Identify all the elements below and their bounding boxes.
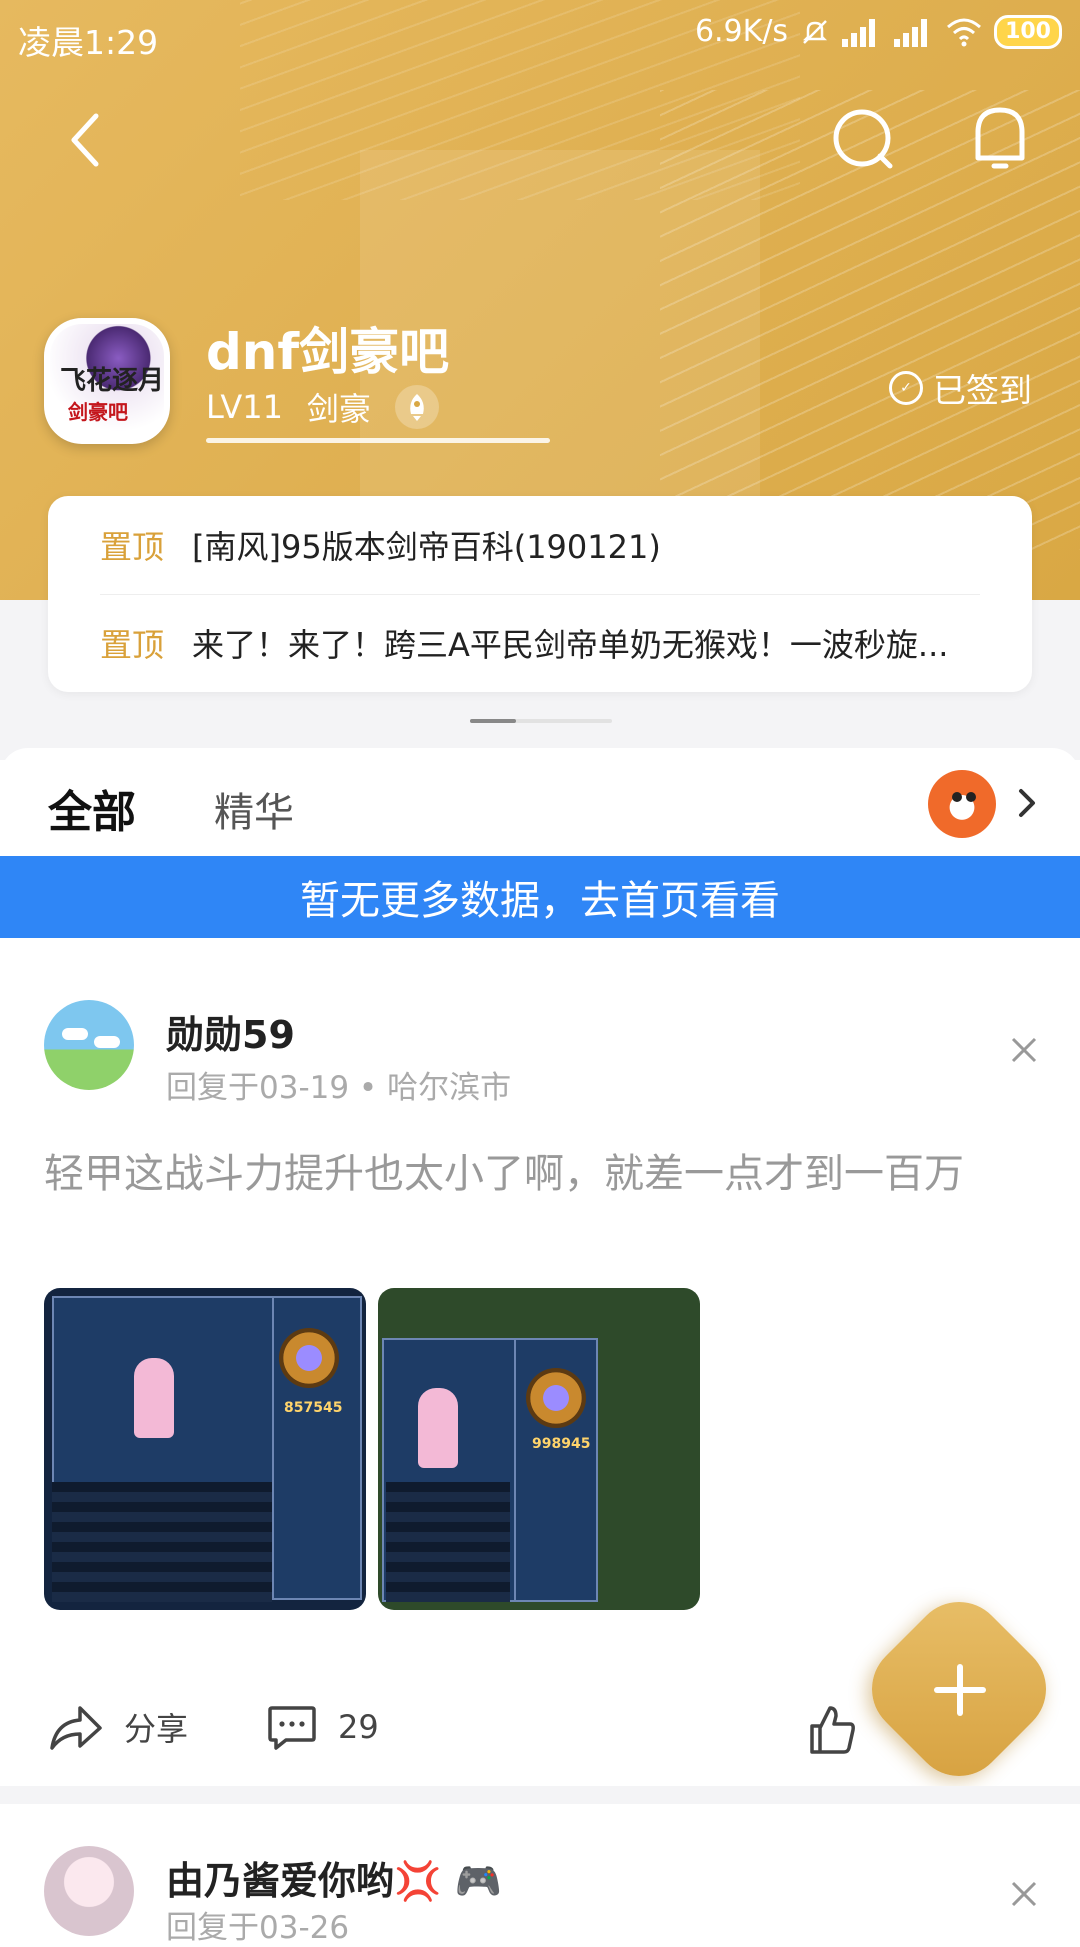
plus-icon[interactable] [930, 1660, 990, 1720]
mascot-avatar-icon[interactable] [928, 770, 996, 838]
pinned-posts-card: 置顶 [南风]95版本剑帝百科(190121) 置顶 来了！来了！跨三A平民剑帝… [48, 496, 1032, 692]
combat-score: 998945 [532, 1436, 591, 1452]
post-image[interactable]: 998945 [378, 1288, 700, 1610]
signal-icon [842, 17, 882, 47]
status-time: 凌晨1:29 [18, 23, 159, 62]
forum-logo[interactable]: 飞花逐月 剑豪吧 [44, 318, 170, 444]
sign-in-icon: ✓ [889, 371, 923, 405]
share-icon [50, 1706, 102, 1750]
close-icon[interactable] [1010, 1880, 1038, 1908]
share-label: 分享 [124, 1710, 189, 1748]
like-button[interactable] [806, 1702, 858, 1756]
status-indicators: 6.9K/s 100 [695, 14, 1062, 49]
back-icon[interactable] [56, 110, 116, 170]
signal-icon-2 [894, 17, 934, 47]
feed-tabs: 全部 精华 [0, 748, 1080, 856]
rocket-icon[interactable] [394, 385, 439, 429]
tab-all[interactable]: 全部 [48, 776, 136, 840]
network-speed: 6.9K/s [694, 14, 789, 49]
share-button[interactable]: 分享 [48, 1702, 188, 1752]
pinned-tag: 置顶 [100, 626, 165, 664]
no-more-data-banner[interactable]: 暂无更多数据，去首页看看 [0, 856, 1080, 938]
forum-name: dnf剑豪吧 [206, 323, 450, 381]
forum-level-info[interactable]: LV11 剑豪 [206, 384, 439, 430]
comment-icon [268, 1706, 316, 1750]
forum-logo-subtext: 剑豪吧 [68, 400, 128, 424]
status-bar: 凌晨1:29 6.9K/s 100 [0, 0, 1080, 74]
post-body[interactable]: 轻甲这战斗力提升也太小了啊，就差一点才到一百万 [44, 1142, 1034, 1206]
battery-indicator: 100 [994, 14, 1062, 49]
forum-logo-text: 飞花逐月 [60, 366, 165, 396]
thumbs-up-icon [810, 1706, 855, 1754]
chevron-right-icon[interactable] [1016, 786, 1038, 820]
close-icon[interactable] [1010, 1036, 1038, 1064]
signed-in-button[interactable]: ✓ 已签到 [889, 364, 1032, 412]
mute-icon [803, 19, 828, 44]
pinned-post-title: [南风]95版本剑帝百科(190121) [192, 528, 661, 566]
tab-featured[interactable]: 精华 [214, 780, 294, 838]
forum-level: LV11 [206, 388, 283, 426]
post-author[interactable]: 勋勋59 [166, 1004, 295, 1059]
pinned-pager-indicator [470, 719, 612, 723]
pinned-post[interactable]: 置顶 来了！来了！跨三A平民剑帝单奶无猴戏！一波秒旋... [100, 594, 980, 692]
post-author[interactable]: 由乃酱爱你哟💢 🎮 [166, 1850, 502, 1905]
level-progress-bar [206, 438, 550, 443]
post-separator [0, 1786, 1080, 1804]
post-meta: 回复于03-19 • 哈尔滨市 [166, 1070, 512, 1106]
search-icon[interactable] [832, 108, 896, 172]
combat-score: 857545 [284, 1400, 343, 1416]
avatar[interactable] [44, 1846, 134, 1936]
bell-icon[interactable] [968, 104, 1032, 172]
comment-button[interactable]: 29 [266, 1702, 379, 1752]
forum-level-title: 剑豪 [306, 390, 371, 428]
signed-in-label: 已签到 [933, 371, 1032, 410]
pinned-tag: 置顶 [100, 528, 165, 566]
post-image[interactable]: 857545 [44, 1288, 366, 1610]
pinned-post-title: 来了！来了！跨三A平民剑帝单奶无猴戏！一波秒旋... [192, 626, 949, 664]
comment-count: 29 [338, 1708, 379, 1746]
post-meta: 回复于03-26 [166, 1910, 350, 1946]
avatar[interactable] [44, 1000, 134, 1090]
pinned-post[interactable]: 置顶 [南风]95版本剑帝百科(190121) [100, 496, 980, 595]
wifi-icon [947, 18, 982, 46]
